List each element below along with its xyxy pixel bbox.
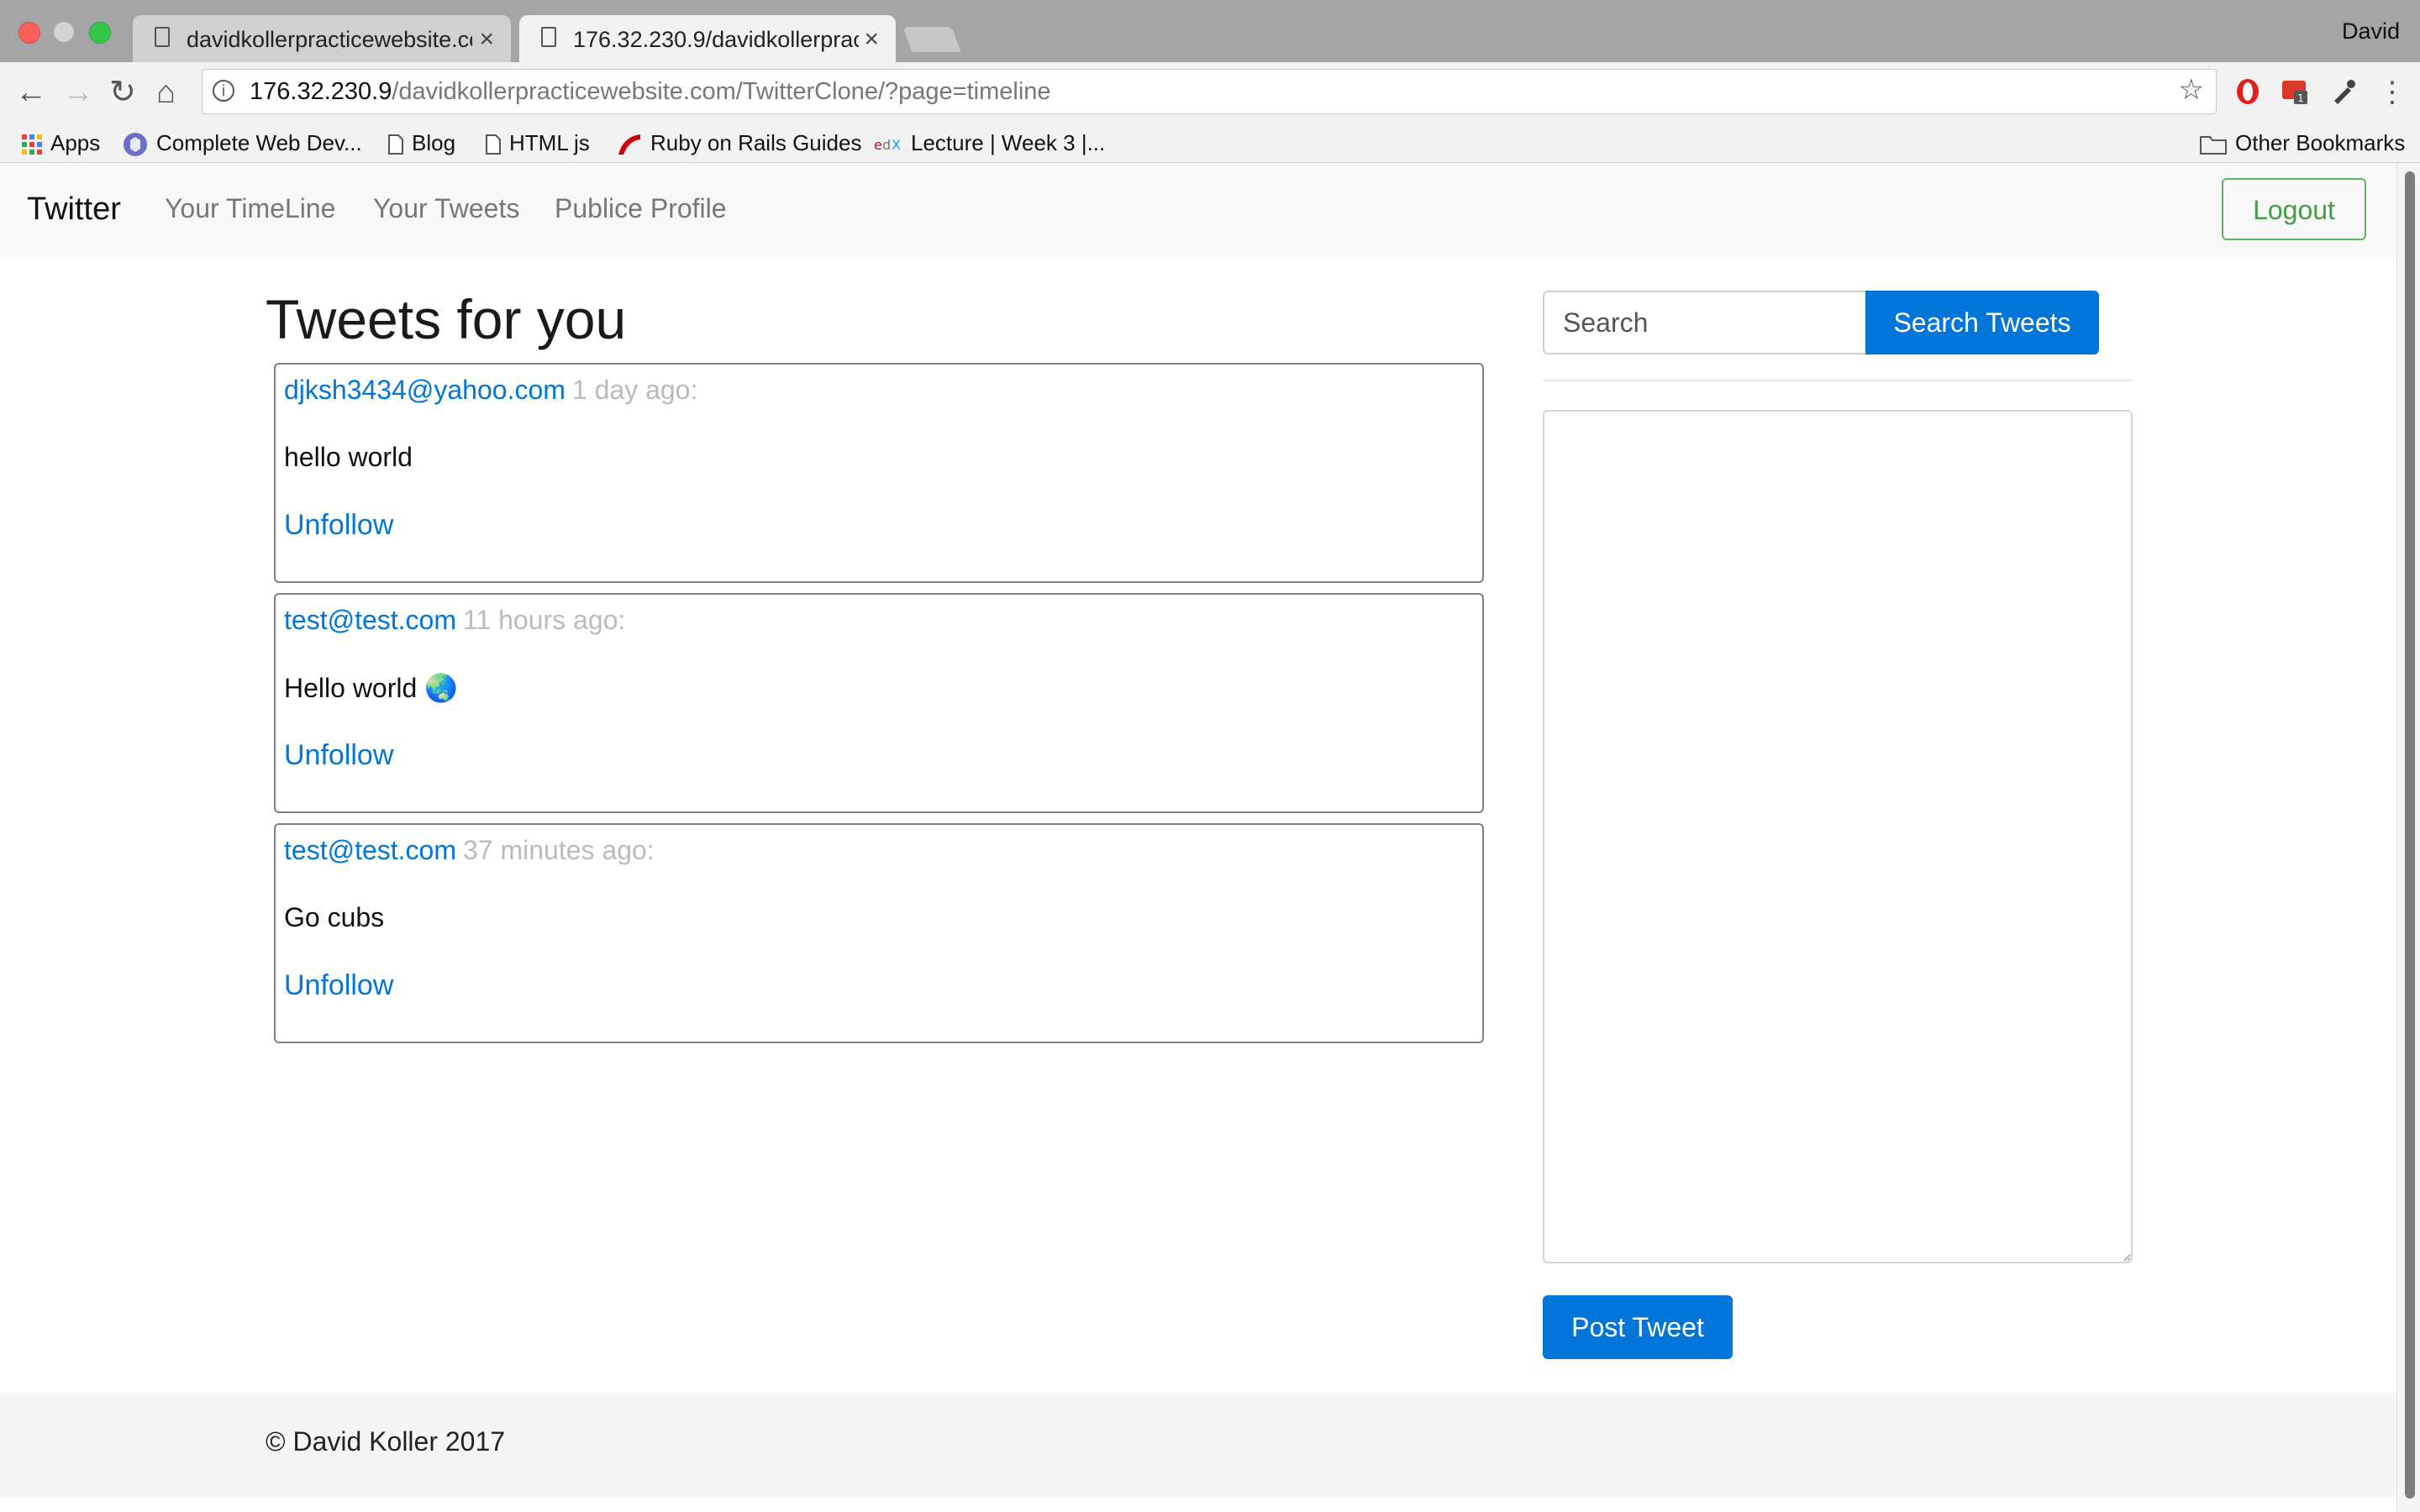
page-scrollbar[interactable] bbox=[2396, 163, 2420, 1512]
web-page: Twitter Your TimeLine Your Tweets Public… bbox=[0, 163, 2396, 1512]
tab-title: 176.32.230.9/davidkollerpractice bbox=[573, 27, 859, 52]
url-text: 176.32.230.9/davidkollerpracticewebsite.… bbox=[250, 78, 1051, 106]
browser-menu-icon[interactable]: ⋮ bbox=[2378, 74, 2407, 111]
browser-tab[interactable]: davidkollerpracticewebsite.com × bbox=[133, 15, 511, 62]
browser-toolbar: ← → ↻ ⌂ i 176.32.230.9/davidkollerpracti… bbox=[0, 62, 2420, 124]
search-tweets-button[interactable]: Search Tweets bbox=[1865, 291, 2099, 354]
bookmark-label: Complete Web Dev... bbox=[156, 130, 362, 155]
back-icon[interactable]: ← bbox=[15, 74, 47, 111]
svg-text:1: 1 bbox=[2297, 92, 2304, 104]
tweet-author-link[interactable]: test@test.com bbox=[284, 835, 456, 865]
tweet-body: hello world bbox=[284, 442, 413, 472]
tweet-time: 37 minutes ago: bbox=[462, 835, 655, 865]
course-icon bbox=[124, 133, 147, 157]
tweet-compose-textarea[interactable] bbox=[1543, 410, 2133, 1263]
page-icon bbox=[541, 27, 556, 47]
url-host: 176.32.230.9 bbox=[250, 78, 392, 105]
edx-icon: e d X bbox=[874, 137, 901, 153]
bookmarks-bar: Apps Complete Web Dev... Blog HTML js Ru… bbox=[0, 124, 2420, 163]
tab-close-icon[interactable]: × bbox=[864, 25, 879, 54]
reload-icon[interactable]: ↻ bbox=[109, 74, 136, 111]
info-icon[interactable]: i bbox=[213, 80, 234, 102]
tweet-card: djksh3434@yahoo.com 1 day ago: hello worl… bbox=[274, 363, 1484, 583]
forward-icon[interactable]: → bbox=[62, 74, 94, 111]
bookmark-html-js[interactable]: HTML js bbox=[486, 129, 590, 156]
profile-name[interactable]: David bbox=[2342, 18, 2400, 45]
new-tab-button[interactable] bbox=[902, 27, 961, 52]
page-icon bbox=[155, 27, 170, 47]
eyedropper-extension-icon[interactable] bbox=[2329, 77, 2358, 106]
tweet-card: test@test.com 37 minutes ago: Go cubs Unf… bbox=[274, 823, 1484, 1043]
copyright-text: © David Koller 2017 bbox=[266, 1426, 506, 1457]
bookmark-label: Ruby on Rails Guides bbox=[650, 130, 862, 155]
tweet-author-link[interactable]: djksh3434@yahoo.com bbox=[284, 375, 566, 405]
browser-tab-active[interactable]: 176.32.230.9/davidkollerpractice × bbox=[519, 15, 896, 62]
scrollbar-thumb[interactable] bbox=[2405, 171, 2415, 1499]
unfollow-link[interactable]: Unfollow bbox=[284, 509, 393, 542]
tweet-header: test@test.com 11 hours ago: bbox=[284, 605, 625, 636]
page-icon bbox=[486, 134, 501, 155]
bookmark-label: HTML js bbox=[509, 130, 590, 155]
rails-icon bbox=[618, 134, 640, 155]
tweet-card: test@test.com 11 hours ago: Hello world 🌏… bbox=[274, 593, 1484, 813]
other-bookmarks-label: Other Bookmarks bbox=[2235, 130, 2406, 155]
tweet-body: Go cubs bbox=[284, 902, 385, 932]
post-tweet-button[interactable]: Post Tweet bbox=[1543, 1295, 1733, 1359]
folder-icon bbox=[2200, 136, 2227, 155]
svg-text:d: d bbox=[882, 137, 891, 153]
site-navbar: Twitter Your TimeLine Your Tweets Public… bbox=[0, 163, 2396, 257]
search-input[interactable] bbox=[1543, 291, 1867, 354]
maximize-window-button[interactable] bbox=[89, 22, 111, 44]
browser-tabstrip: davidkollerpracticewebsite.com × 176.32.… bbox=[0, 0, 2420, 62]
bookmark-star-icon[interactable]: ☆ bbox=[2179, 73, 2204, 107]
unfollow-link[interactable]: Unfollow bbox=[284, 969, 393, 1002]
site-footer: © David Koller 2017 bbox=[0, 1393, 2396, 1497]
nav-link-timeline[interactable]: Your TimeLine bbox=[165, 193, 335, 224]
bookmark-blog[interactable]: Blog bbox=[388, 129, 455, 156]
nav-link-public-profile[interactable]: Publice Profile bbox=[555, 193, 727, 224]
tweet-time: 11 hours ago: bbox=[462, 605, 626, 635]
tab-title: davidkollerpracticewebsite.com bbox=[187, 27, 472, 52]
url-path: /davidkollerpracticewebsite.com/TwitterC… bbox=[392, 78, 1051, 105]
tweet-header: djksh3434@yahoo.com 1 day ago: bbox=[284, 375, 697, 406]
tweet-time: 1 day ago: bbox=[571, 375, 698, 405]
home-icon[interactable]: ⌂ bbox=[156, 74, 176, 111]
svg-text:e: e bbox=[874, 137, 882, 153]
tweet-body: Hello world 🌏 bbox=[284, 673, 459, 703]
bookmark-apps[interactable]: Apps bbox=[22, 129, 100, 156]
close-window-button[interactable] bbox=[18, 22, 40, 44]
bookmark-label: Apps bbox=[50, 130, 101, 155]
gmail-extension-icon[interactable]: 1 bbox=[2281, 77, 2309, 106]
brand-link[interactable]: Twitter bbox=[27, 192, 121, 228]
logout-button[interactable]: Logout bbox=[2222, 178, 2366, 240]
address-bar[interactable]: i 176.32.230.9/davidkollerpracticewebsit… bbox=[202, 69, 2217, 114]
bookmark-label: Blog bbox=[412, 130, 456, 155]
other-bookmarks[interactable]: Other Bookmarks bbox=[2200, 129, 2405, 156]
page-icon bbox=[388, 134, 403, 155]
tweet-header: test@test.com 37 minutes ago: bbox=[284, 835, 655, 866]
unfollow-link[interactable]: Unfollow bbox=[284, 739, 393, 772]
bookmark-complete-web-dev[interactable]: Complete Web Dev... bbox=[123, 129, 362, 157]
minimize-window-button[interactable] bbox=[54, 22, 74, 42]
bookmark-rails-guides[interactable]: Ruby on Rails Guides bbox=[617, 129, 861, 156]
bookmark-label: Lecture | Week 3 |... bbox=[911, 130, 1106, 155]
apps-grid-icon bbox=[22, 134, 42, 155]
svg-text:X: X bbox=[892, 137, 901, 153]
tweet-author-link[interactable]: test@test.com bbox=[284, 605, 456, 635]
opera-extension-icon[interactable] bbox=[2233, 77, 2262, 106]
page-title: Tweets for you bbox=[266, 288, 627, 350]
nav-link-your-tweets[interactable]: Your Tweets bbox=[373, 193, 519, 224]
bookmark-edx-lecture[interactable]: e d X Lecture | Week 3 |... bbox=[874, 129, 1105, 156]
divider bbox=[1543, 380, 2133, 381]
tab-close-icon[interactable]: × bbox=[479, 25, 494, 54]
